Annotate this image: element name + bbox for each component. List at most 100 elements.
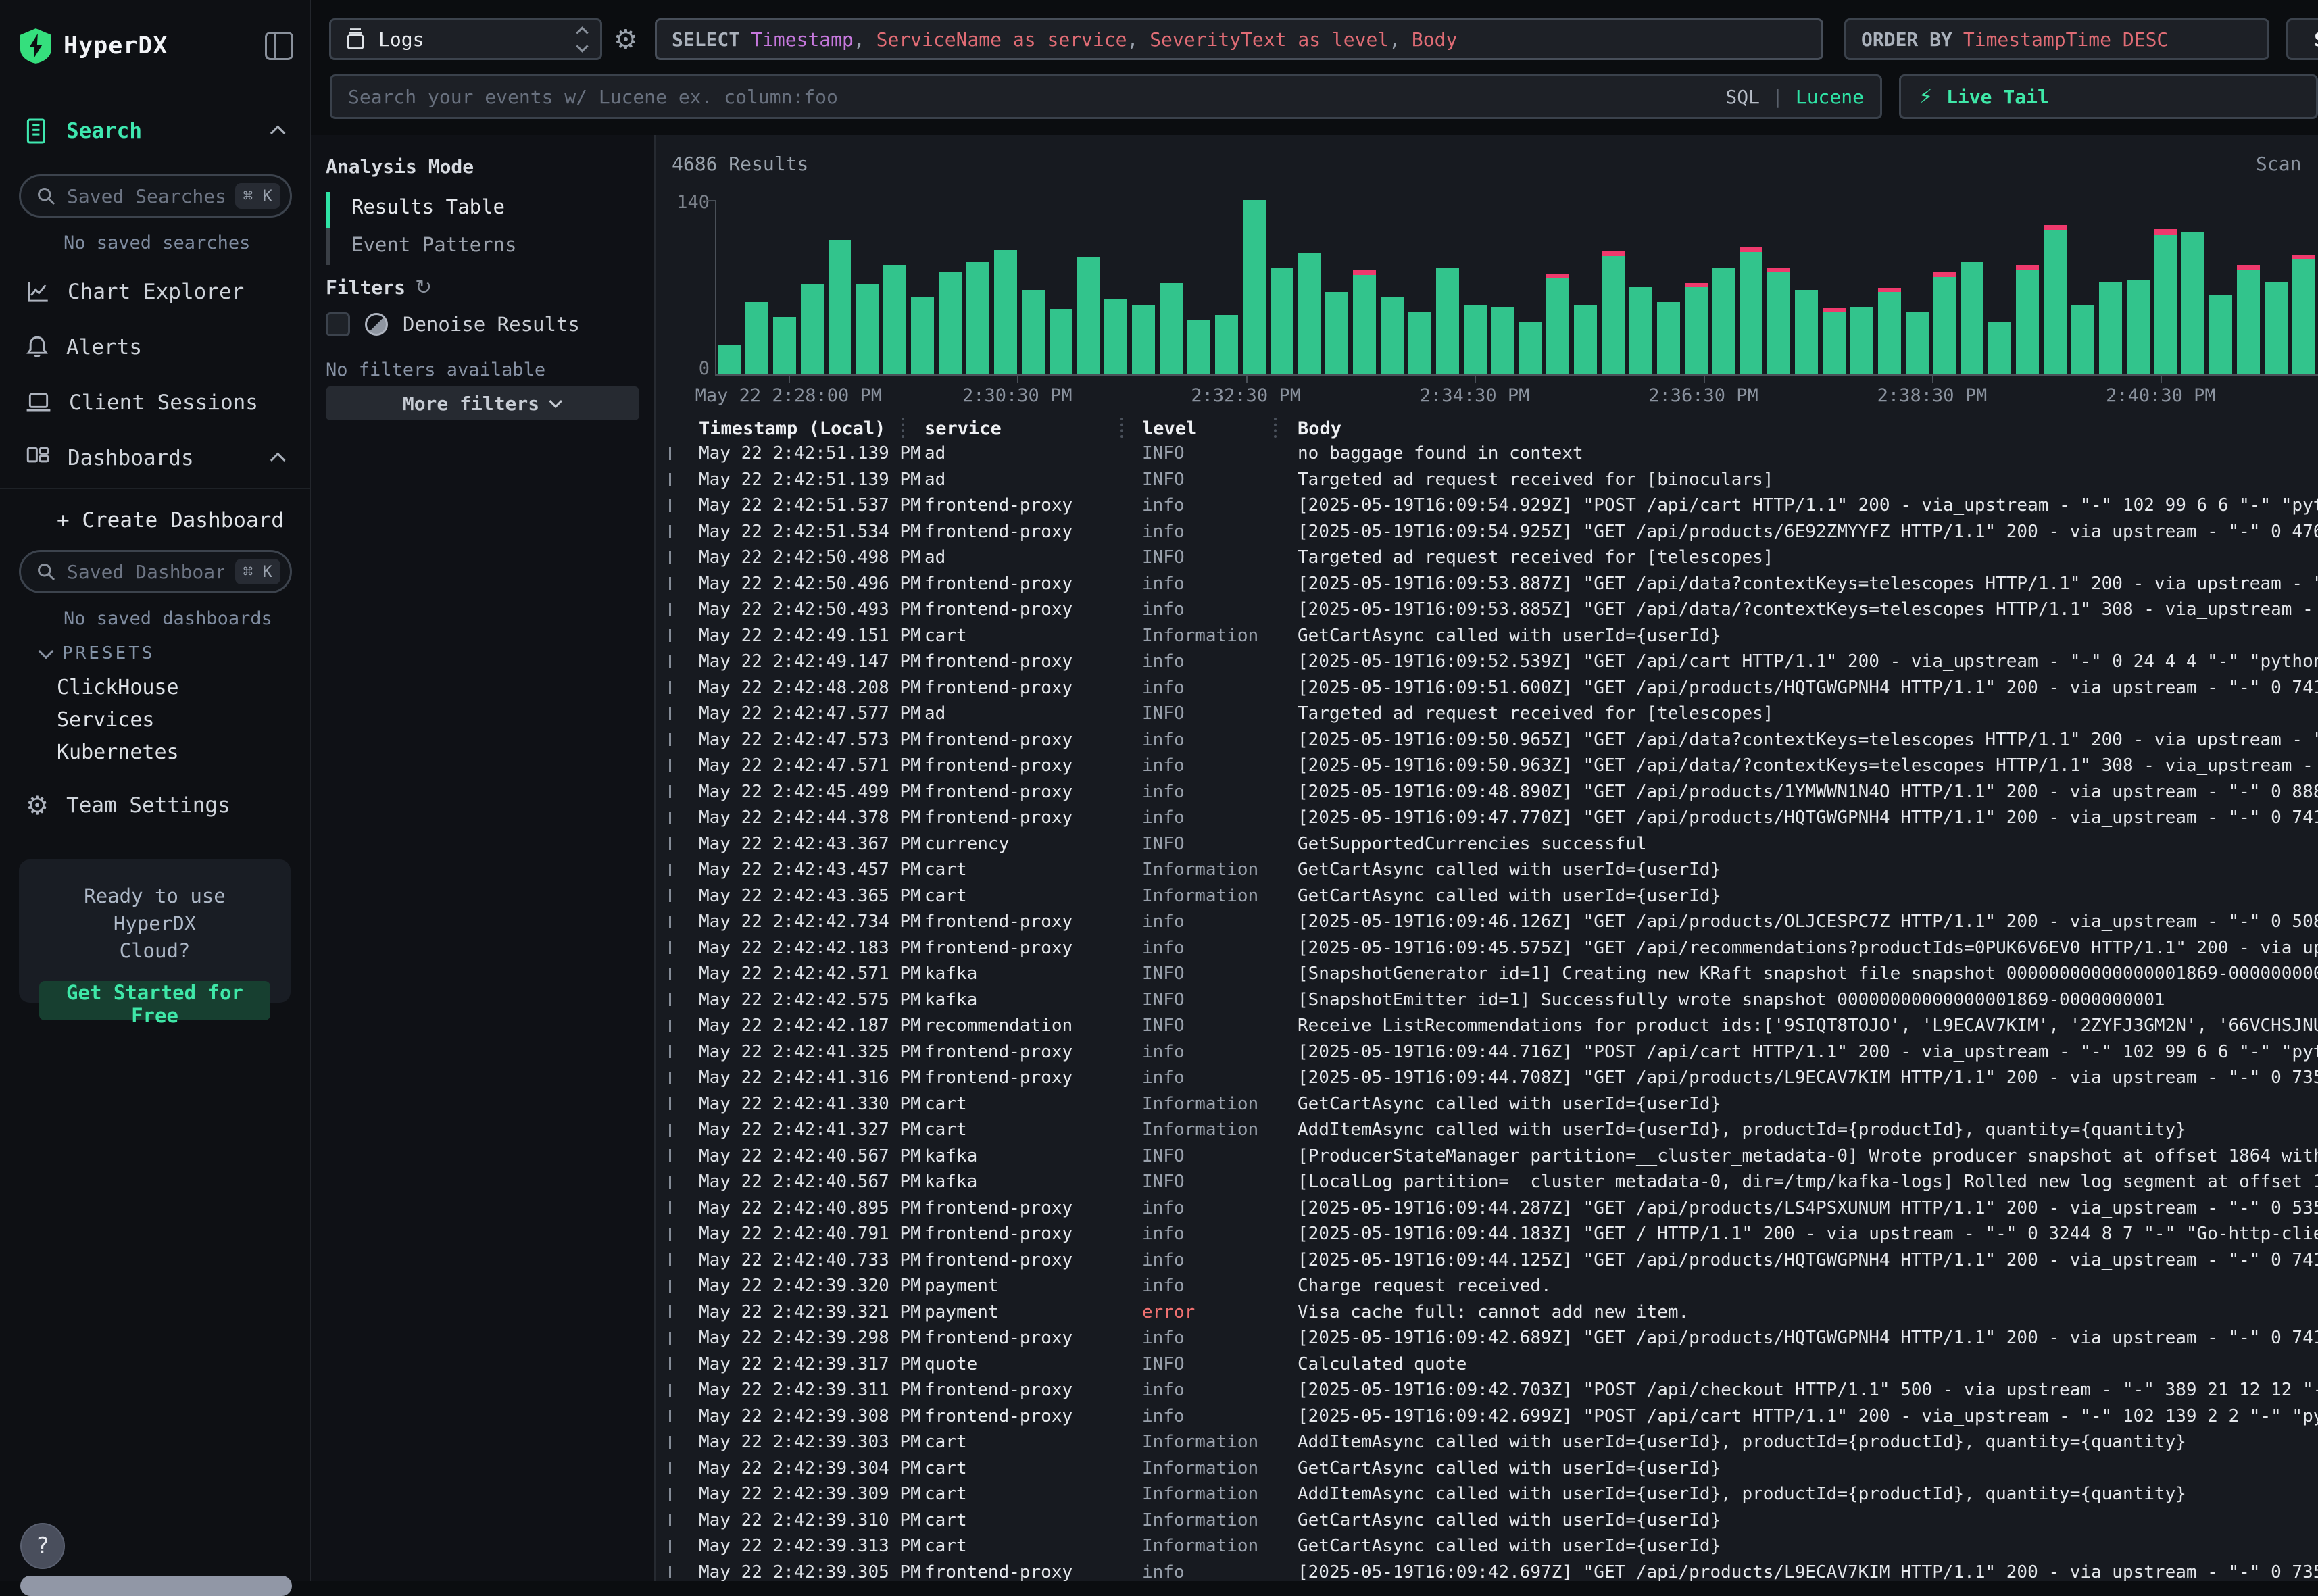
log-row[interactable]: May 22 2:42:42.187 PMrecommendationINFOR… — [665, 1013, 2318, 1039]
histogram-bar[interactable] — [1961, 262, 1983, 374]
row-expand-chevron-icon[interactable] — [669, 447, 671, 460]
sidebar-collapse-icon[interactable] — [265, 32, 293, 60]
row-expand-chevron-icon[interactable] — [669, 707, 671, 720]
histogram-bar[interactable] — [2181, 232, 2204, 374]
histogram-bar[interactable] — [2265, 282, 2288, 374]
histogram-bar[interactable] — [773, 317, 796, 374]
row-expand-chevron-icon[interactable] — [669, 603, 671, 616]
histogram-bar[interactable] — [745, 302, 768, 374]
row-expand-chevron-icon[interactable] — [669, 1149, 671, 1162]
histogram-bar[interactable] — [1850, 307, 1873, 374]
histogram-bar[interactable] — [1546, 274, 1569, 374]
create-dashboard-button[interactable]: + Create Dashboard — [57, 508, 284, 532]
row-expand-chevron-icon[interactable] — [669, 889, 671, 902]
log-row[interactable]: May 22 2:42:39.311 PMfrontend-proxyinfo[… — [665, 1377, 2318, 1403]
source-select[interactable]: Logs — [329, 18, 602, 60]
row-expand-chevron-icon[interactable] — [669, 1228, 671, 1241]
histogram-bar[interactable] — [911, 297, 934, 374]
histogram-bar[interactable] — [1795, 290, 1818, 374]
histogram-bar[interactable] — [2071, 305, 2094, 374]
log-row[interactable]: May 22 2:42:43.457 PMcartInformationGetC… — [665, 857, 2318, 883]
event-search-input[interactable]: Search your events w/ Lucene ex. column:… — [330, 74, 1882, 119]
histogram-bar[interactable] — [1988, 322, 2011, 374]
column-separator[interactable] — [1274, 418, 1277, 438]
histogram-bar[interactable] — [994, 250, 1017, 374]
row-expand-chevron-icon[interactable] — [669, 473, 671, 486]
live-tail-button[interactable]: ⚡ Live Tail — [1899, 74, 2318, 119]
row-expand-chevron-icon[interactable] — [669, 968, 671, 980]
histogram-bar[interactable] — [1160, 283, 1183, 374]
log-row[interactable]: May 22 2:42:39.305 PMfrontend-proxyinfo[… — [665, 1560, 2318, 1582]
sidebar-item-search[interactable]: Search — [0, 109, 310, 153]
log-row[interactable]: May 22 2:42:40.567 PMkafkaINFO[LocalLog … — [665, 1169, 2318, 1195]
row-expand-chevron-icon[interactable] — [669, 1201, 671, 1214]
log-row[interactable]: May 22 2:42:39.320 PMpaymentinfoCharge r… — [665, 1273, 2318, 1299]
preset-item-kubernetes[interactable]: Kubernetes — [57, 741, 179, 764]
row-expand-chevron-icon[interactable] — [669, 1384, 671, 1397]
log-row[interactable]: May 22 2:42:47.573 PMfrontend-proxyinfo[… — [665, 727, 2318, 753]
log-row[interactable]: May 22 2:42:47.577 PMadINFOTargeted ad r… — [665, 701, 2318, 727]
row-expand-chevron-icon[interactable] — [669, 1488, 671, 1501]
histogram-bar[interactable] — [1077, 257, 1100, 374]
log-row[interactable]: May 22 2:42:49.151 PMcartInformationGetC… — [665, 623, 2318, 649]
row-expand-chevron-icon[interactable] — [669, 916, 671, 928]
orderby-input[interactable]: ORDER BY TimestampTime DESC — [1844, 18, 2269, 60]
log-row[interactable]: May 22 2:42:41.330 PMcartInformationGetC… — [665, 1091, 2318, 1118]
histogram-bar[interactable] — [1381, 297, 1404, 374]
log-row[interactable]: May 22 2:42:43.367 PMcurrencyINFOGetSupp… — [665, 831, 2318, 857]
histogram-bar[interactable] — [2099, 282, 2122, 374]
col-header-service[interactable]: service — [924, 418, 1142, 439]
row-expand-chevron-icon[interactable] — [669, 551, 671, 564]
histogram-bar[interactable] — [2154, 229, 2177, 374]
histogram-bar[interactable] — [2127, 280, 2150, 374]
row-expand-chevron-icon[interactable] — [669, 629, 671, 642]
chevron-up-icon[interactable] — [270, 126, 286, 141]
row-expand-chevron-icon[interactable] — [669, 1097, 671, 1110]
log-row[interactable]: May 22 2:42:41.327 PMcartInformationAddI… — [665, 1117, 2318, 1143]
row-expand-chevron-icon[interactable] — [669, 1436, 671, 1449]
row-expand-chevron-icon[interactable] — [669, 1566, 671, 1578]
log-row[interactable]: May 22 2:42:39.308 PMfrontend-proxyinfo[… — [665, 1403, 2318, 1430]
row-expand-chevron-icon[interactable] — [669, 1072, 671, 1084]
log-row[interactable]: May 22 2:42:44.378 PMfrontend-proxyinfo[… — [665, 805, 2318, 831]
mode-event-patterns[interactable]: Event Patterns — [326, 226, 516, 264]
log-row[interactable]: May 22 2:42:51.534 PMfrontend-proxyinfo[… — [665, 519, 2318, 545]
row-expand-chevron-icon[interactable] — [669, 1176, 671, 1189]
col-header-timestamp[interactable]: Timestamp (Local) — [699, 418, 924, 439]
histogram-bar[interactable] — [2237, 265, 2260, 374]
help-button[interactable]: ? — [20, 1523, 65, 1569]
source-settings-gear-icon[interactable]: ⚙ — [614, 24, 638, 55]
log-row[interactable]: May 22 2:42:39.304 PMcartInformationGetC… — [665, 1455, 2318, 1482]
log-row[interactable]: May 22 2:42:45.499 PMfrontend-proxyinfo[… — [665, 779, 2318, 805]
log-row[interactable]: May 22 2:42:42.575 PMkafkaINFO[SnapshotE… — [665, 987, 2318, 1014]
log-row[interactable]: May 22 2:42:51.139 PMadINFOTargeted ad r… — [665, 467, 2318, 493]
histogram-bar[interactable] — [1104, 299, 1127, 374]
log-row[interactable]: May 22 2:42:42.183 PMfrontend-proxyinfo[… — [665, 935, 2318, 962]
denoise-checkbox[interactable] — [326, 312, 350, 336]
histogram-bar[interactable] — [1325, 292, 1348, 374]
histogram-bar[interactable] — [1353, 270, 1376, 374]
histogram-bar[interactable] — [2044, 225, 2067, 374]
row-expand-chevron-icon[interactable] — [669, 1253, 671, 1266]
row-expand-chevron-icon[interactable] — [669, 1045, 671, 1058]
histogram-bar[interactable] — [1712, 268, 1735, 374]
row-expand-chevron-icon[interactable] — [669, 499, 671, 512]
row-expand-chevron-icon[interactable] — [669, 1410, 671, 1422]
log-row[interactable]: May 22 2:42:39.313 PMcartInformationGetC… — [665, 1533, 2318, 1560]
sidebar-item-alerts[interactable]: Alerts — [0, 326, 310, 369]
histogram-bar[interactable] — [1685, 283, 1708, 374]
presets-toggle[interactable]: PRESETS — [41, 643, 155, 664]
log-row[interactable]: May 22 2:42:39.321 PMpaymenterrorVisa ca… — [665, 1299, 2318, 1326]
histogram-bar[interactable] — [1657, 302, 1680, 374]
histogram-bar[interactable] — [1022, 290, 1045, 374]
row-expand-chevron-icon[interactable] — [669, 941, 671, 954]
log-row[interactable]: May 22 2:42:39.310 PMcartInformationGetC… — [665, 1507, 2318, 1534]
histogram-bar[interactable] — [1823, 308, 1846, 374]
row-expand-chevron-icon[interactable] — [669, 785, 671, 798]
histogram-bar[interactable] — [718, 345, 741, 374]
log-row[interactable]: May 22 2:42:40.791 PMfrontend-proxyinfo[… — [665, 1221, 2318, 1247]
log-row[interactable]: May 22 2:42:39.317 PMquoteINFOCalculated… — [665, 1351, 2318, 1378]
row-expand-chevron-icon[interactable] — [669, 812, 671, 824]
histogram-bar[interactable] — [2016, 265, 2039, 374]
saved-dashboards-input[interactable]: Saved Dashboards ⌘ K — [19, 550, 292, 593]
